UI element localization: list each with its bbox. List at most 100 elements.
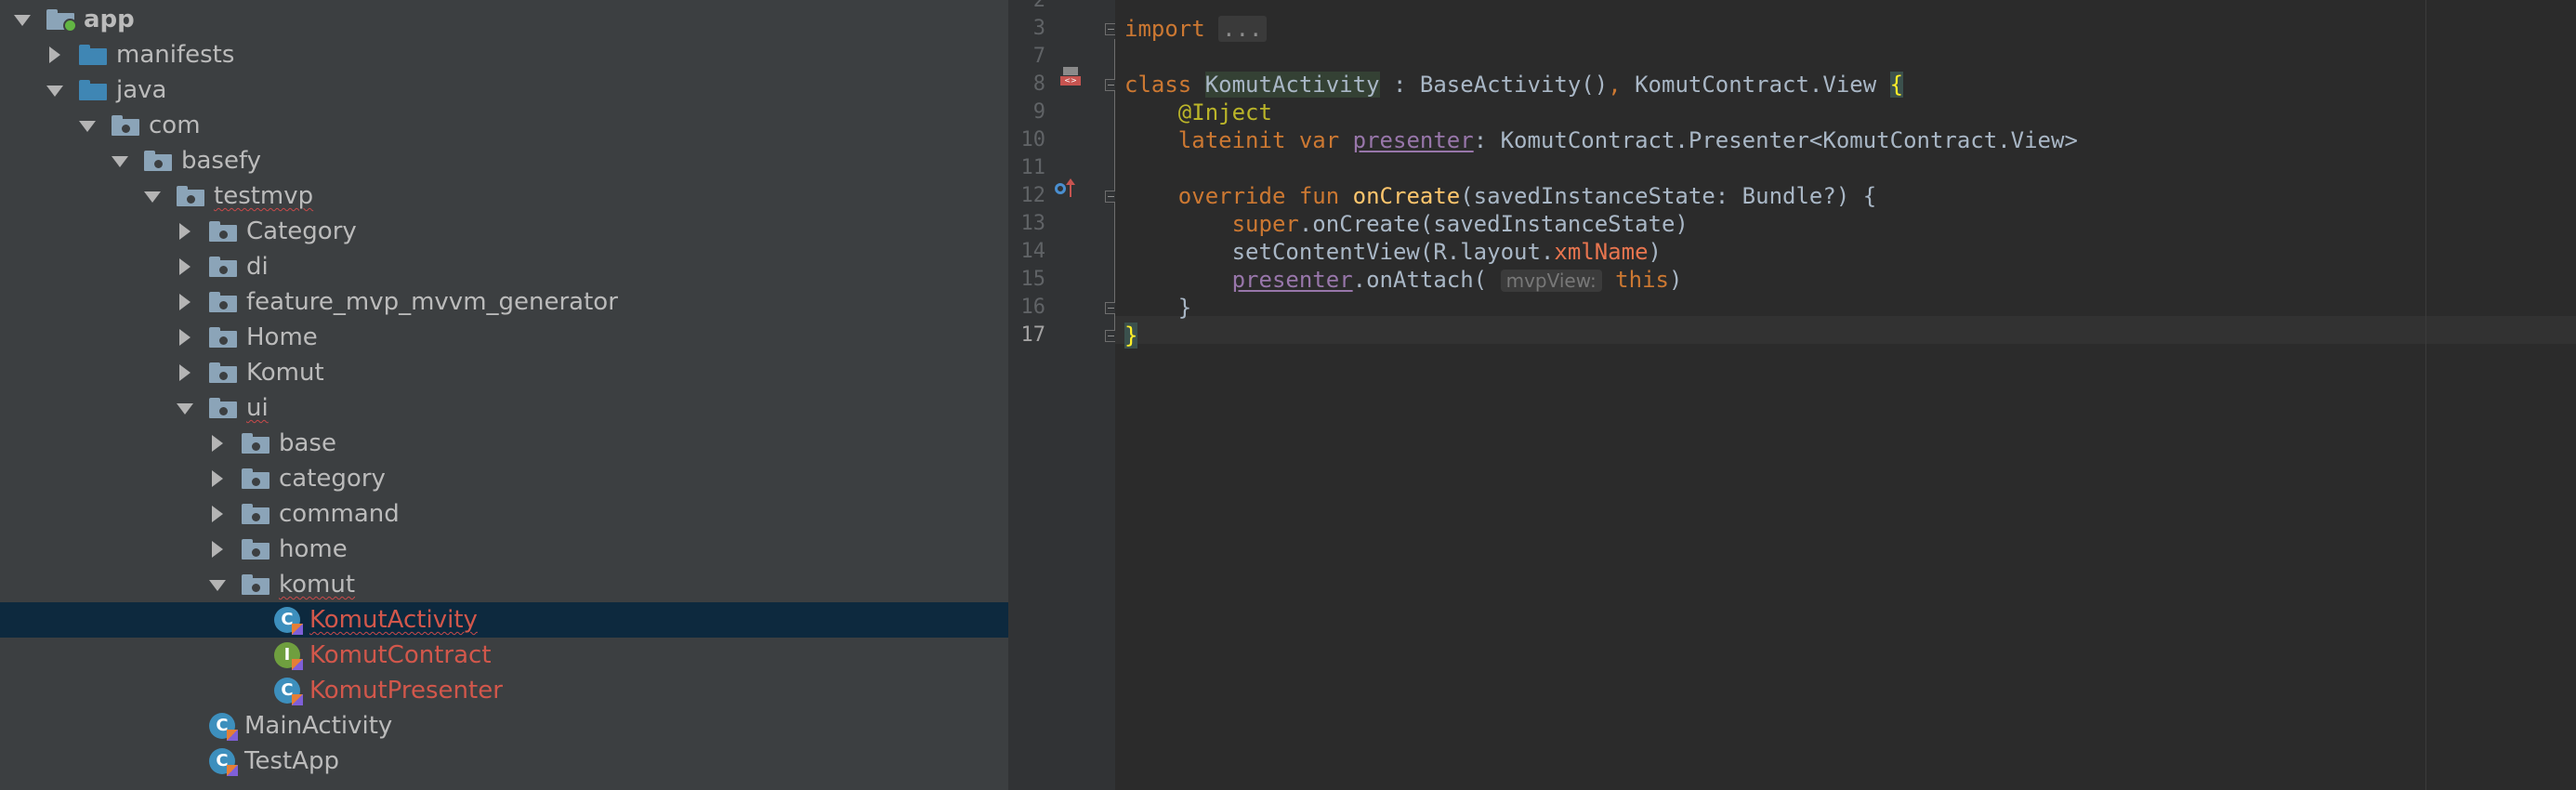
project-tree-panel[interactable]: app manifests java com basefy testmvp Category… [0,0,1008,790]
tree-item-label: komut [279,571,356,599]
expand-arrow-icon[interactable] [143,187,162,205]
tree-item[interactable]: di [0,249,1008,284]
collapse-arrow-icon[interactable] [176,328,194,347]
line-number: 2 [1032,0,1045,12]
line-number: 8 [1032,72,1045,96]
tree-item-label: feature_mvp_mvvm_generator [246,288,618,316]
tree-item-label: command [279,500,400,528]
package-icon [209,327,237,348]
tree-item[interactable]: testmvp [0,178,1008,214]
tree-item[interactable]: Category [0,214,1008,249]
close-brace-class: } [1124,323,1138,349]
line-number: 3 [1032,17,1045,40]
tree-item[interactable]: C KomutActivity [0,602,1008,638]
collapse-arrow-icon[interactable] [176,293,194,311]
class-keyword: class [1124,72,1192,98]
collapse-arrow-icon[interactable] [208,505,227,523]
interface: KomutContract.View [1621,72,1890,98]
collapse-arrow-icon[interactable] [46,46,64,64]
package-icon [209,221,237,242]
implements-marker-icon[interactable]: <> [1060,67,1081,86]
expand-arrow-icon[interactable] [176,399,194,417]
this-keyword: this [1615,267,1669,293]
tree-item[interactable]: I KomutContract [0,638,1008,673]
tree-item-label: ui [246,394,269,422]
expand-arrow-icon[interactable] [78,116,97,135]
collapse-arrow-icon[interactable] [176,257,194,276]
code-line[interactable]: override fun onCreate(savedInstanceState… [1124,182,1876,210]
superclass: : BaseActivity() [1379,72,1609,98]
code-line[interactable]: @Inject [1124,99,1272,126]
collapse-arrow-icon[interactable] [208,434,227,453]
tree-item[interactable]: java [0,72,1008,108]
tree-item[interactable]: basefy [0,143,1008,178]
tree-item[interactable]: base [0,426,1008,461]
current-line-highlight [1115,316,2576,344]
comma: , [1608,72,1622,98]
code-line[interactable]: class KomutActivity : BaseActivity(), Ko… [1124,71,1904,99]
line-number: 10 [1020,128,1046,151]
super-call: .onCreate(savedInstanceState) [1298,211,1689,237]
code-line[interactable]: import ... [1124,15,1267,43]
line-number: 13 [1020,212,1046,235]
package-icon [209,292,237,312]
tree-item-label: Komut [246,359,324,387]
code-line[interactable]: setContentView(R.layout.xmlName) [1124,238,1662,266]
collapse-arrow-icon[interactable] [208,469,227,488]
tree-item[interactable]: C TestApp [0,744,1008,779]
tree-item[interactable]: ui [0,390,1008,426]
code-line[interactable]: } [1124,322,1138,349]
brace-open: { [1889,72,1904,98]
code-editor[interactable]: import ... class KomutActivity : BaseActi… [1115,0,2576,790]
tree-item[interactable]: C KomutPresenter [0,673,1008,708]
expand-arrow-icon[interactable] [111,151,129,170]
super-keyword: super [1231,211,1299,237]
inject-annotation: @Inject [1177,99,1272,125]
tree-item-label: testmvp [214,182,314,210]
editor-gutter[interactable]: <> 2 3 7 8 9 10 11 12 13 14 15 16 17 [1008,0,1117,790]
tree-item-label: home [279,535,348,563]
tree-item-label: manifests [116,41,235,69]
line-number: 9 [1032,100,1045,124]
tree-item[interactable]: command [0,496,1008,532]
package-icon [242,504,269,524]
package-icon [242,468,269,489]
tree-item[interactable]: category [0,461,1008,496]
oncreate-params: (savedInstanceState: Bundle?) { [1460,183,1877,209]
tree-item[interactable]: C MainActivity [0,708,1008,744]
code-line[interactable]: } [1124,294,1191,322]
expand-arrow-icon[interactable] [208,575,227,594]
tree-item[interactable]: manifests [0,37,1008,72]
tree-item[interactable]: home [0,532,1008,567]
expand-arrow-icon[interactable] [46,81,64,99]
tree-item-label: MainActivity [244,712,393,740]
close-paren: ) [1648,239,1662,265]
presenter-field: presenter [1352,127,1474,153]
tree-item-label: base [279,429,336,457]
override-marker-icon[interactable] [1055,178,1083,201]
folder-app-icon [46,9,77,33]
line-number: 7 [1032,45,1045,68]
presenter-ref: presenter [1231,267,1353,293]
collapse-arrow-icon[interactable] [208,540,227,559]
tree-item[interactable]: Komut [0,355,1008,390]
tree-item[interactable]: com [0,108,1008,143]
tree-item[interactable]: komut [0,567,1008,602]
collapse-arrow-icon[interactable] [176,222,194,241]
package-icon [177,186,204,206]
tree-item[interactable]: Home [0,320,1008,355]
tree-item[interactable]: feature_mvp_mvvm_generator [0,284,1008,320]
code-line[interactable]: presenter.onAttach( mvpView: this) [1124,266,1683,294]
package-icon [209,257,237,277]
code-line[interactable]: lateinit var presenter: KomutContract.Pr… [1124,126,2078,154]
tree-item-label: KomutPresenter [309,677,503,704]
expand-arrow-icon[interactable] [13,10,32,29]
collapse-arrow-icon[interactable] [176,363,194,382]
line-number: 11 [1020,156,1046,179]
tree-item-label: Home [246,323,318,351]
lateinit-keyword: lateinit var [1177,127,1340,153]
tree-item[interactable]: app [0,2,1008,37]
kotlin-class-icon: C [274,607,303,635]
right-margin-guide [2425,0,2426,790]
code-line[interactable]: super.onCreate(savedInstanceState) [1124,210,1689,238]
